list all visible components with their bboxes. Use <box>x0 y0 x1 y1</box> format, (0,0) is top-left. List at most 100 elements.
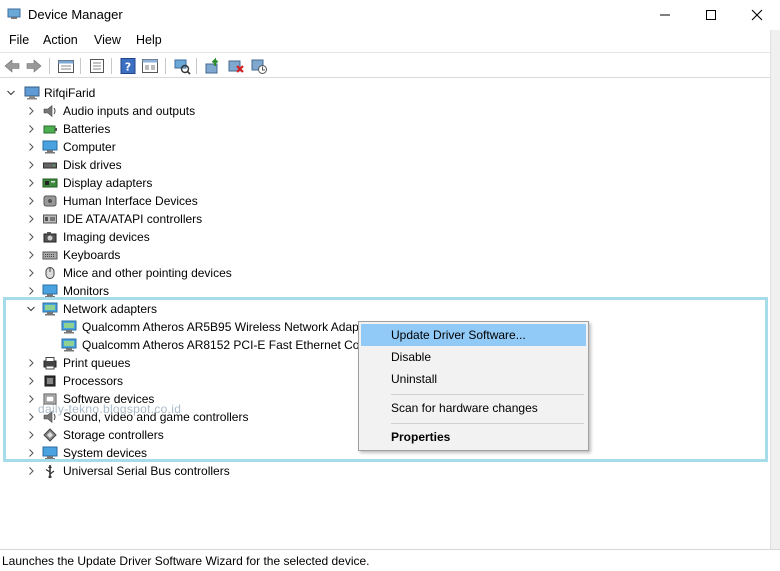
close-button[interactable] <box>734 0 780 30</box>
chevron-right-icon[interactable] <box>26 210 36 228</box>
tree-item-label: Storage controllers <box>63 428 164 442</box>
minimize-icon <box>660 14 670 16</box>
uninstall-menu-item[interactable]: Uninstall <box>361 368 586 390</box>
tree-item-label: Mice and other pointing devices <box>63 266 232 280</box>
network-adapter-label: Qualcomm Atheros AR8152 PCI-E Fast Ether… <box>82 338 367 352</box>
chevron-right-icon[interactable] <box>26 372 36 390</box>
uninstall-device-icon[interactable] <box>227 57 245 75</box>
menu-separator <box>391 394 584 395</box>
device-manager-icon <box>7 8 21 19</box>
scan-hardware-menu-item[interactable]: Scan for hardware changes <box>361 397 586 419</box>
chevron-right-icon[interactable] <box>26 462 36 480</box>
disable-device-icon[interactable] <box>250 57 268 75</box>
chevron-down-icon[interactable] <box>6 84 16 102</box>
chevron-right-icon[interactable] <box>26 444 36 462</box>
menu-action[interactable]: Action <box>43 33 78 47</box>
network-adapter-icon <box>61 320 77 334</box>
display-adapter-icon <box>42 178 58 188</box>
printer-icon <box>43 357 57 370</box>
ide-controller-icon <box>43 214 57 224</box>
toolbar-separator <box>196 58 197 74</box>
close-icon <box>751 9 763 21</box>
chevron-right-icon[interactable] <box>26 138 36 156</box>
update-driver-menu-item[interactable]: Update Driver Software... <box>361 324 586 346</box>
disable-menu-item[interactable]: Disable <box>361 346 586 368</box>
disk-drive-icon <box>43 162 57 169</box>
system-device-icon <box>42 446 58 460</box>
chevron-right-icon[interactable] <box>26 156 36 174</box>
chevron-right-icon[interactable] <box>26 426 36 444</box>
tree-item-label: Audio inputs and outputs <box>63 104 196 118</box>
network-adapter-icon <box>42 302 58 316</box>
update-driver-icon[interactable] <box>204 57 222 75</box>
back-arrow-icon[interactable] <box>3 57 21 75</box>
window-title: Device Manager <box>28 7 123 22</box>
minimize-button[interactable] <box>642 0 688 30</box>
console-tree-icon[interactable] <box>88 57 106 75</box>
network-adapter-icon <box>61 338 77 352</box>
toolbar-separator <box>111 58 112 74</box>
tree-item-label: Imaging devices <box>63 230 150 244</box>
tree-item-label: Human Interface Devices <box>63 194 198 208</box>
scan-hardware-icon[interactable] <box>173 57 191 75</box>
title-bar: Device Manager <box>0 0 780 30</box>
tree-item-label: Batteries <box>63 122 111 136</box>
maximize-icon <box>706 10 716 20</box>
chevron-right-icon[interactable] <box>26 264 36 282</box>
help-icon[interactable]: ? <box>119 57 137 75</box>
tree-item-label: Print queues <box>63 356 131 370</box>
tree-item-label: Display adapters <box>63 176 153 190</box>
speaker-icon <box>43 104 56 118</box>
toolbar-separator <box>165 58 166 74</box>
tree-item-label: IDE ATA/ATAPI controllers <box>63 212 203 226</box>
tree-item-label: Keyboards <box>63 248 121 262</box>
chevron-down-icon[interactable] <box>26 300 36 318</box>
computer-icon <box>24 86 40 100</box>
menu-file[interactable]: File <box>9 33 29 47</box>
root-label: RifqiFarid <box>44 86 96 100</box>
maximize-button[interactable] <box>688 0 734 30</box>
chevron-right-icon[interactable] <box>26 228 36 246</box>
chevron-right-icon[interactable] <box>26 354 36 372</box>
status-bar: Launches the Update Driver Software Wiza… <box>0 549 780 571</box>
processor-icon <box>44 375 56 387</box>
toolbar-separator <box>80 58 81 74</box>
device-tree: RifqiFarid Audio inputs and outputs Batte… <box>0 80 770 548</box>
monitor-icon <box>42 140 58 154</box>
menu-view[interactable]: View <box>94 33 121 47</box>
chevron-right-icon[interactable] <box>26 282 36 300</box>
menu-separator <box>391 423 584 424</box>
view-icon[interactable] <box>141 57 159 75</box>
hid-icon <box>43 195 57 207</box>
svg-text:?: ? <box>125 61 131 74</box>
properties-sheet-icon[interactable] <box>57 57 75 75</box>
chevron-right-icon[interactable] <box>26 174 36 192</box>
watermark: daily-tekno.blogspot.co.id <box>38 402 182 416</box>
tree-item-label: Computer <box>63 140 116 154</box>
toolbar: ? <box>0 52 780 78</box>
menu-help[interactable]: Help <box>136 33 162 47</box>
chevron-right-icon[interactable] <box>26 408 36 426</box>
tree-item-label: Monitors <box>63 284 110 298</box>
menu-bar: File Action View Help <box>0 30 780 52</box>
properties-menu-item[interactable]: Properties <box>361 426 586 448</box>
forward-arrow-icon[interactable] <box>25 57 43 75</box>
mouse-icon <box>45 267 55 279</box>
tree-item-label: System devices <box>63 446 148 460</box>
chevron-right-icon[interactable] <box>26 102 36 120</box>
tree-item-label: Universal Serial Bus controllers <box>63 464 230 478</box>
tree-item-label: Disk drives <box>63 158 122 172</box>
keyboard-icon <box>42 251 58 260</box>
toolbar-separator <box>49 58 50 74</box>
network-adapter-label: Qualcomm Atheros AR5B95 Wireless Network… <box>82 320 363 334</box>
tree-item-label: Processors <box>63 374 124 388</box>
chevron-right-icon[interactable] <box>26 120 36 138</box>
chevron-right-icon[interactable] <box>26 246 36 264</box>
chevron-right-icon[interactable] <box>26 390 36 408</box>
storage-controller-icon <box>43 428 57 442</box>
chevron-right-icon[interactable] <box>26 192 36 210</box>
status-text: Launches the Update Driver Software Wiza… <box>2 554 370 568</box>
battery-icon <box>43 125 57 134</box>
monitor-icon <box>42 284 58 298</box>
vertical-scrollbar[interactable] <box>770 30 780 550</box>
